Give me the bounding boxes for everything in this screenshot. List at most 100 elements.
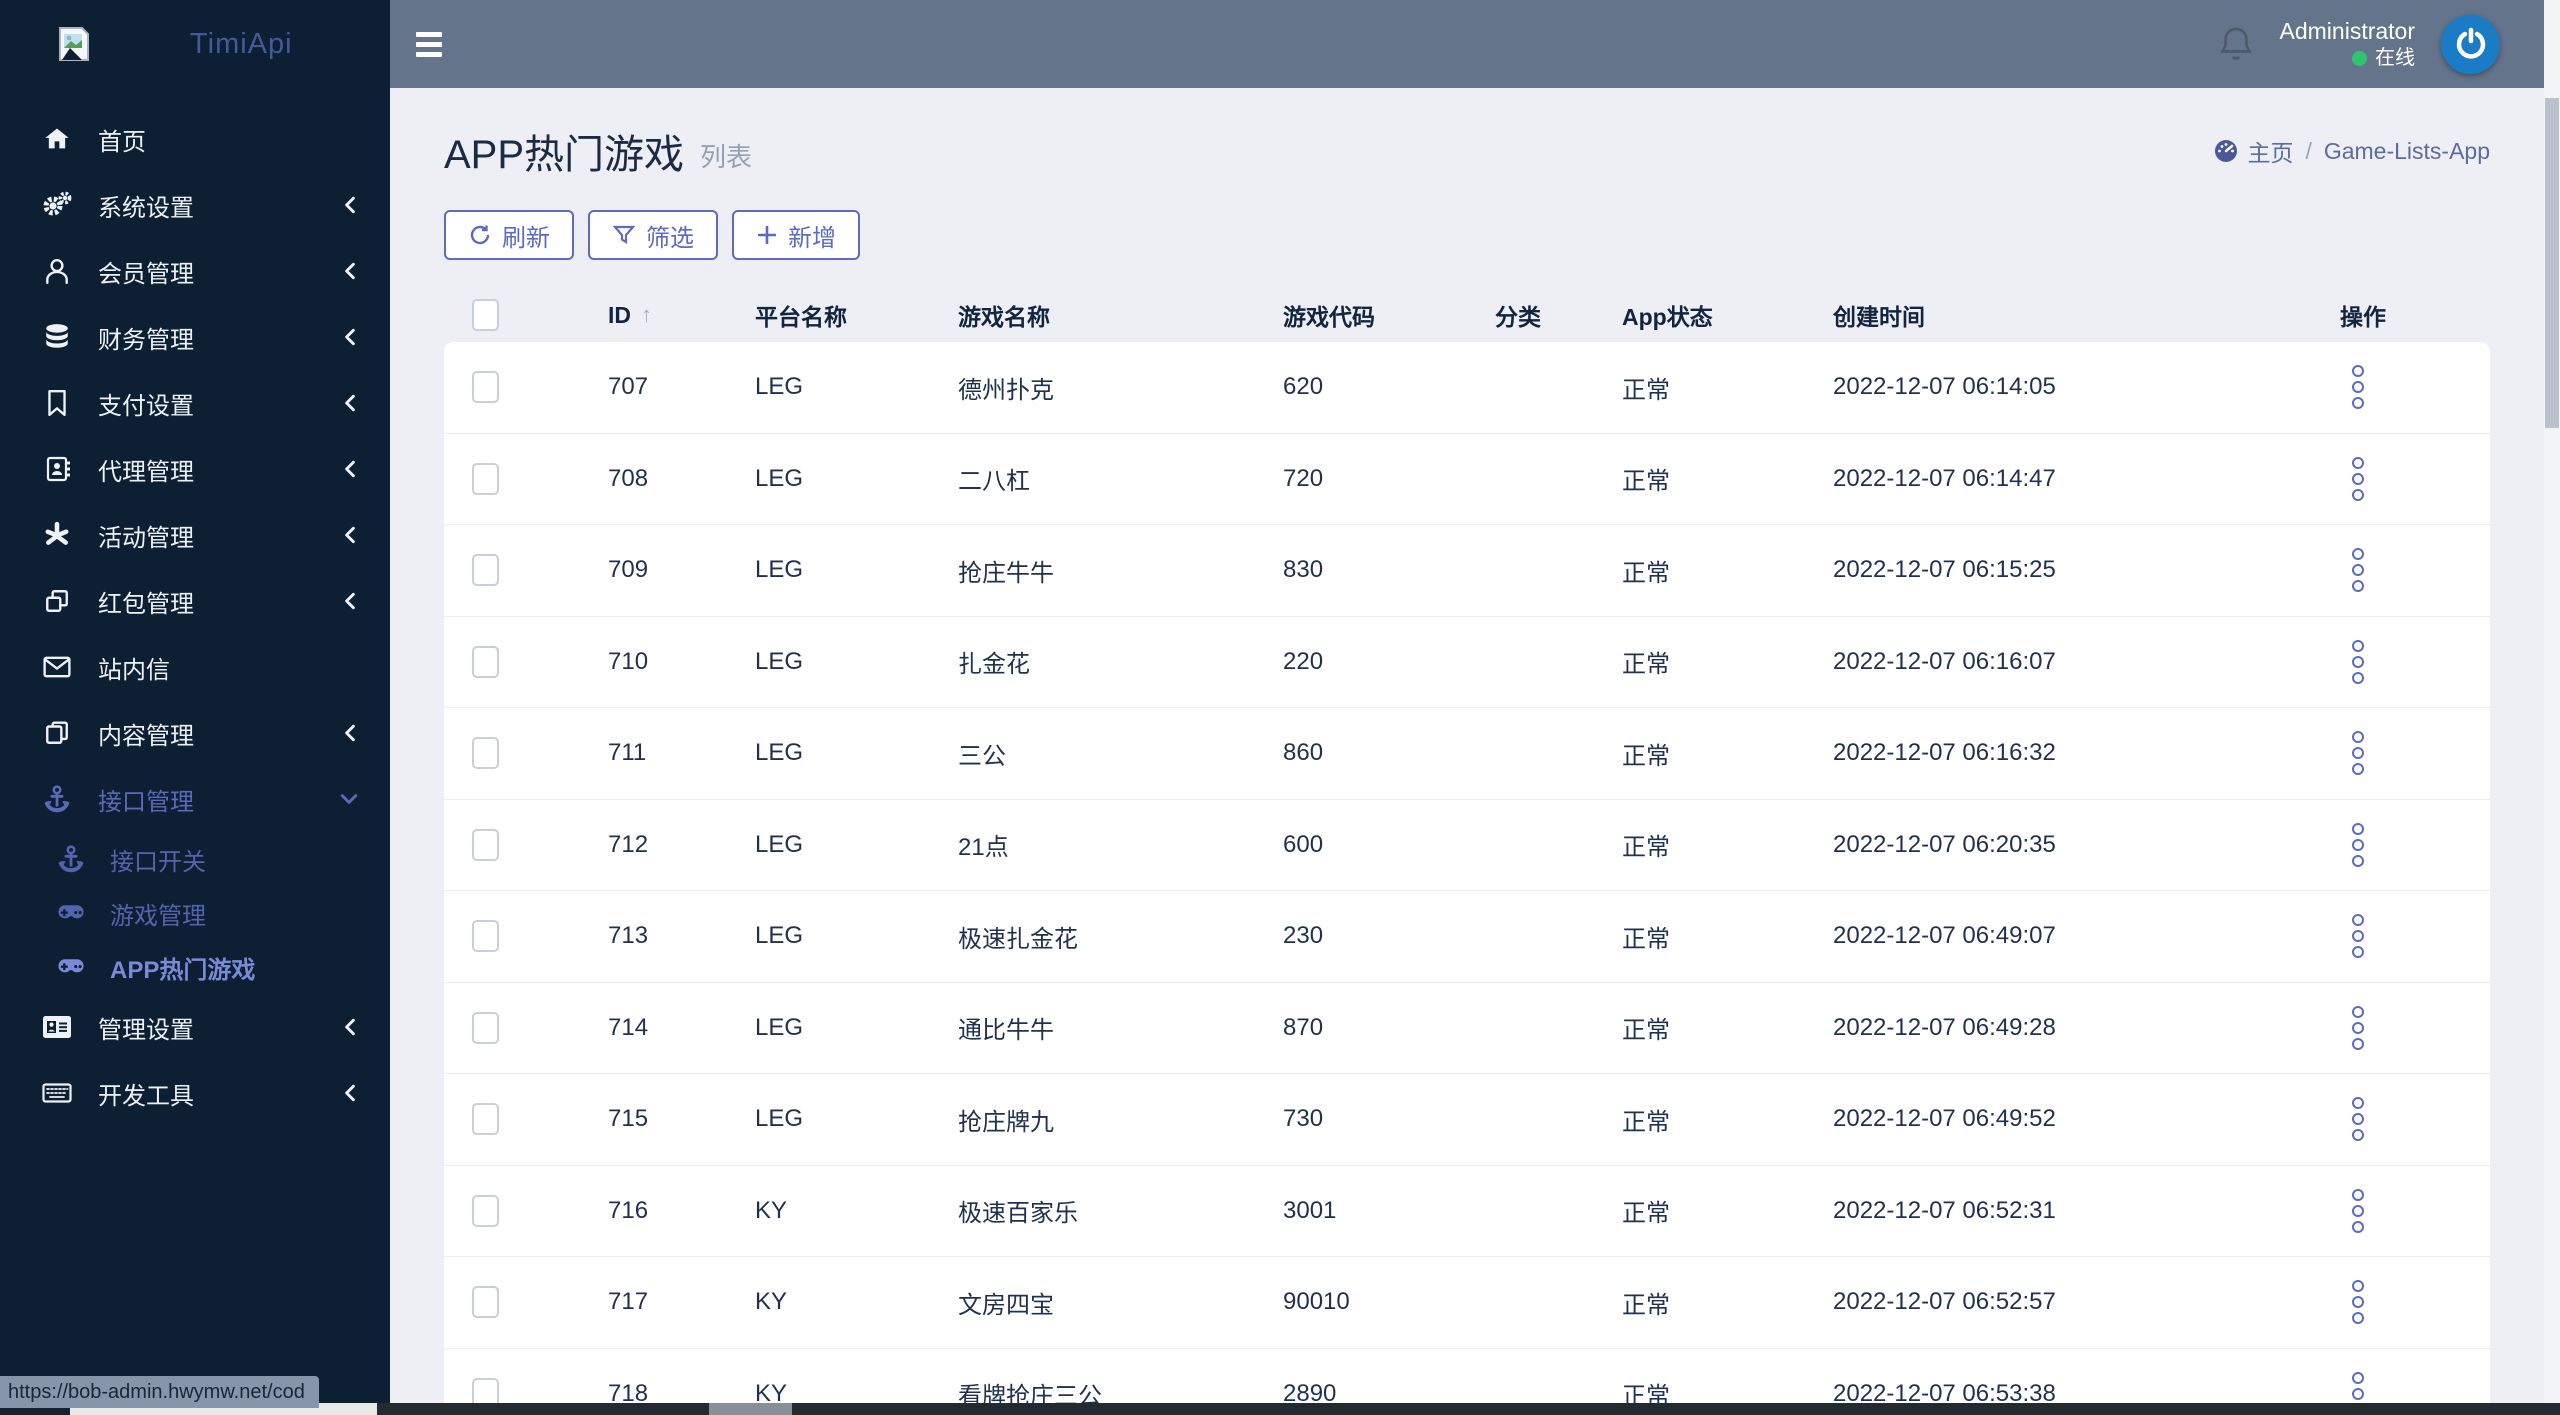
row-checkbox[interactable] xyxy=(472,462,499,495)
breadcrumb-home-link[interactable]: 主页 xyxy=(2213,134,2293,168)
row-actions-button[interactable] xyxy=(2352,819,2364,871)
cell-platform: LEG xyxy=(755,922,804,950)
cell-platform: LEG xyxy=(755,1013,804,1041)
sidebar-item-label: 支付设置 xyxy=(98,392,194,420)
cell-game-name: 德州扑克 xyxy=(958,376,1054,404)
sidebar-item-label: 首页 xyxy=(98,128,146,156)
refresh-button[interactable]: 刷新 xyxy=(444,210,574,260)
cell-created: 2022-12-07 06:52:31 xyxy=(1833,1196,2056,1224)
cell-game-name: 文房四宝 xyxy=(958,1291,1054,1319)
cell-app-status: 正常 xyxy=(1622,834,1670,862)
sidebar-item-红包管理[interactable]: 红包管理 xyxy=(0,568,390,634)
cell-game-name: 21点 xyxy=(958,834,1009,862)
select-all-checkbox[interactable] xyxy=(472,299,499,331)
sidebar-item-内容管理[interactable]: 内容管理 xyxy=(0,700,390,766)
table-row: 717 KY 文房四宝 90010 正常 2022-12-07 06:52:57 xyxy=(444,1257,2490,1349)
table-row: 714 LEG 通比牛牛 870 正常 2022-12-07 06:49:28 xyxy=(444,982,2490,1074)
user-info[interactable]: Administrator 在线 xyxy=(2280,17,2415,71)
user-name: Administrator xyxy=(2279,18,2415,45)
col-code: 游戏代码 xyxy=(1283,304,1375,330)
row-actions-button[interactable] xyxy=(2352,636,2364,688)
cell-id: 713 xyxy=(608,922,649,950)
cell-game-name: 三公 xyxy=(958,742,1006,770)
sidebar-item-站内信[interactable]: 站内信 xyxy=(0,634,390,700)
breadcrumb-home-label: 主页 xyxy=(2247,140,2294,166)
sidebar-item-支付设置[interactable]: 支付设置 xyxy=(0,370,390,436)
sidebar-item-活动管理[interactable]: 活动管理 xyxy=(0,502,390,568)
row-actions-button[interactable] xyxy=(2352,727,2364,779)
col-created: 创建时间 xyxy=(1833,304,1925,330)
sidebar-item-label: 游戏管理 xyxy=(110,902,206,930)
cell-app-status: 正常 xyxy=(1622,742,1670,770)
sidebar-item-label: 内容管理 xyxy=(98,722,194,750)
cell-created: 2022-12-07 06:14:47 xyxy=(1833,464,2056,492)
sidebar-item-label: 系统设置 xyxy=(98,194,194,222)
table-row: 711 LEG 三公 860 正常 2022-12-07 06:16:32 xyxy=(444,708,2490,800)
row-actions-button[interactable] xyxy=(2352,1185,2364,1237)
sidebar-item-系统设置[interactable]: 系统设置 xyxy=(0,172,390,238)
row-actions-button[interactable] xyxy=(2352,361,2364,413)
sidebar-item-游戏管理[interactable]: 游戏管理 xyxy=(0,886,390,940)
scrollbar-thumb[interactable] xyxy=(2545,98,2559,428)
row-checkbox[interactable] xyxy=(472,645,499,678)
col-name: 游戏名称 xyxy=(958,304,1050,330)
breadcrumb-separator: / xyxy=(2305,137,2312,164)
col-id[interactable]: ID xyxy=(608,302,631,329)
user-avatar-power-button[interactable] xyxy=(2441,14,2500,74)
sidebar-item-APP热门游戏[interactable]: APP热门游戏 xyxy=(0,940,390,994)
chevron-left-icon xyxy=(342,196,358,214)
cell-app-status: 正常 xyxy=(1622,376,1670,404)
table-row: 708 LEG 二八杠 720 正常 2022-12-07 06:14:47 xyxy=(444,433,2490,525)
row-actions-button[interactable] xyxy=(2352,544,2364,596)
row-checkbox[interactable] xyxy=(472,1286,499,1319)
row-checkbox[interactable] xyxy=(472,1103,499,1136)
cell-game-name: 抢庄牌九 xyxy=(958,1108,1054,1136)
cell-game-name: 扎金花 xyxy=(958,651,1030,679)
sidebar-toggle-button[interactable] xyxy=(416,27,456,61)
sidebar-item-代理管理[interactable]: 代理管理 xyxy=(0,436,390,502)
cell-game-code: 230 xyxy=(1283,922,1324,950)
row-actions-button[interactable] xyxy=(2352,1002,2364,1054)
cell-app-status: 正常 xyxy=(1622,559,1670,587)
col-app-status: App状态 xyxy=(1622,304,1713,330)
page-scrollbar[interactable] xyxy=(2544,0,2560,1415)
cell-game-code: 720 xyxy=(1283,464,1324,492)
page-subtitle: 列表 xyxy=(700,141,753,172)
chevron-left-icon xyxy=(342,262,358,280)
row-checkbox[interactable] xyxy=(472,554,499,587)
filter-button[interactable]: 筛选 xyxy=(588,210,718,260)
cell-app-status: 正常 xyxy=(1622,1108,1670,1136)
row-checkbox[interactable] xyxy=(472,920,499,953)
cell-created: 2022-12-07 06:49:07 xyxy=(1833,922,2056,950)
sidebar-item-开发工具[interactable]: 开发工具 xyxy=(0,1060,390,1126)
sidebar-item-label: 接口管理 xyxy=(98,788,194,816)
sidebar-item-会员管理[interactable]: 会员管理 xyxy=(0,238,390,304)
row-checkbox[interactable] xyxy=(472,371,499,404)
row-checkbox[interactable] xyxy=(472,737,499,770)
row-checkbox[interactable] xyxy=(472,1194,499,1227)
row-actions-button[interactable] xyxy=(2352,1276,2364,1328)
home-icon xyxy=(42,124,72,154)
sidebar-item-接口开关[interactable]: 接口开关 xyxy=(0,832,390,886)
notifications-bell-icon[interactable] xyxy=(2218,24,2254,64)
sidebar-item-接口管理[interactable]: 接口管理 xyxy=(0,766,390,832)
cell-game-code: 730 xyxy=(1283,1105,1324,1133)
cell-created: 2022-12-07 06:49:52 xyxy=(1833,1105,2056,1133)
row-actions-button[interactable] xyxy=(2352,453,2364,505)
cell-id: 716 xyxy=(608,1196,649,1224)
add-button[interactable]: 新增 xyxy=(732,210,860,260)
row-actions-button[interactable] xyxy=(2352,1093,2364,1145)
sidebar-item-label: 管理设置 xyxy=(98,1016,194,1044)
cell-id: 710 xyxy=(608,647,649,675)
row-checkbox[interactable] xyxy=(472,828,499,861)
topbar: Administrator 在线 xyxy=(390,0,2544,88)
sidebar-item-首页[interactable]: 首页 xyxy=(0,106,390,172)
app-logo-text: TimiApi xyxy=(190,27,293,60)
sidebar-item-财务管理[interactable]: 财务管理 xyxy=(0,304,390,370)
row-checkbox[interactable] xyxy=(472,1011,499,1044)
sidebar-item-label: 红包管理 xyxy=(98,590,194,618)
anchor-icon xyxy=(58,845,84,873)
sidebar-item-管理设置[interactable]: 管理设置 xyxy=(0,994,390,1060)
sort-asc-icon[interactable]: ↑ xyxy=(641,302,652,328)
row-actions-button[interactable] xyxy=(2352,910,2364,962)
